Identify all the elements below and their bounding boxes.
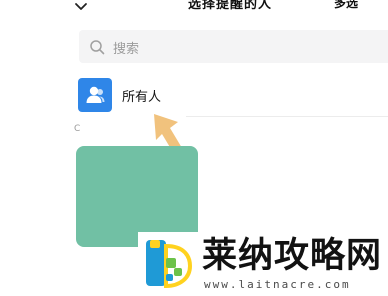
- watermark: 莱纳攻略网 www.laitnacre.com: [138, 232, 388, 296]
- watermark-url: www.laitnacre.com: [204, 278, 351, 291]
- watermark-title: 莱纳攻略网: [202, 235, 383, 276]
- search-icon: [89, 39, 105, 55]
- all-members-label: 所有人: [122, 90, 162, 105]
- group-avatar: [78, 78, 112, 112]
- group-people-icon: [86, 86, 105, 103]
- search-placeholder: 搜索: [113, 42, 140, 57]
- header-bar: 选择提醒的人 多选: [0, 0, 388, 14]
- page-title: 选择提醒的人: [188, 0, 273, 12]
- section-index-letter: C: [74, 124, 81, 134]
- multi-select-button[interactable]: 多选: [334, 0, 358, 11]
- chevron-down-icon[interactable]: [74, 0, 88, 10]
- search-input[interactable]: 搜索: [79, 30, 388, 63]
- list-item-all-members[interactable]: 所有人: [78, 78, 388, 114]
- laitnacre-logo: [140, 236, 196, 290]
- divider: [186, 116, 388, 117]
